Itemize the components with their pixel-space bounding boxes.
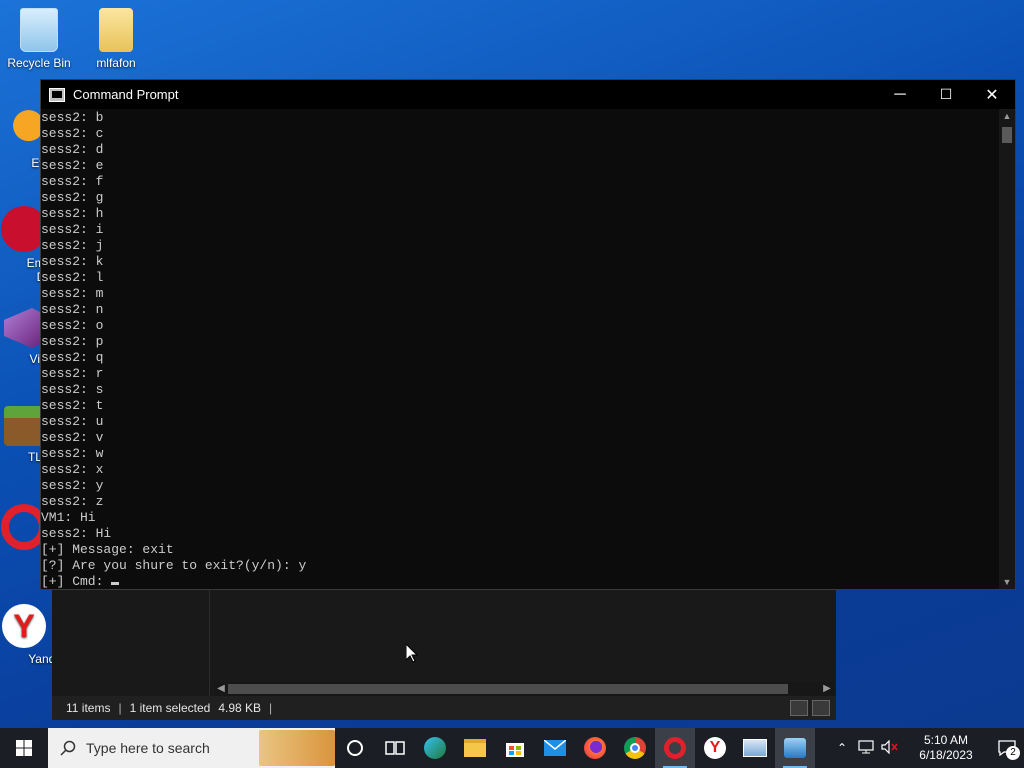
yandex-icon: Y [2,604,46,648]
console-line: sess2: y [41,478,104,493]
console-line: sess2: i [41,222,104,237]
console-line: sess2: p [41,334,104,349]
window-title: Command Prompt [73,87,179,102]
volume-muted-icon[interactable] [878,739,902,757]
control-panel-icon[interactable] [775,728,815,768]
large-icons-view-button[interactable] [812,700,830,716]
opera-icon[interactable] [655,728,695,768]
chrome-icon[interactable] [615,728,655,768]
console-line: sess2: q [41,350,104,365]
desktop-icon-label: mlfafon [96,56,136,70]
console-line: sess2: t [41,398,104,413]
system-tray: ⌃ 5:10 AM 6/18/2023 2 [830,728,1024,768]
text-cursor [111,582,120,585]
console-line: sess2: r [41,366,104,381]
console-line: [?] Are you shure to exit?(y/n): y [41,558,307,573]
show-hidden-icons-chevron-up-icon[interactable]: ⌃ [830,741,854,755]
desktop-icon-mlfafon[interactable]: mlfafon [78,8,154,70]
console-line: sess2: e [41,158,104,173]
console-line: sess2: k [41,254,104,269]
console-line: sess2: h [41,206,104,221]
console-line: sess2: z [41,494,104,509]
scrollbar-thumb[interactable] [228,684,788,694]
command-prompt-window[interactable]: Command Prompt ─ ☐ ✕ sess2: b sess2: c ses… [40,79,1016,590]
firefox-icon[interactable] [575,728,615,768]
scrollbar-thumb[interactable] [1002,127,1012,143]
scroll-right-icon[interactable]: ▶ [820,682,834,696]
tlauncher-icon [4,406,44,446]
console-line: sess2: j [41,238,104,253]
status-bar: 11 items | 1 item selected 4.98 KB | [52,696,836,720]
notification-badge: 2 [1006,746,1020,760]
action-center-button[interactable]: 2 [990,728,1024,768]
item-count: 11 items [66,701,111,715]
vertical-scrollbar[interactable]: ▲ ▼ [999,109,1015,589]
console-line: sess2: d [41,142,104,157]
close-button[interactable]: ✕ [969,80,1015,109]
selection-size: 4.98 KB [218,701,262,715]
folder-icon [99,8,133,52]
desktop-icon-recycle-bin[interactable]: Recycle Bin [1,8,77,70]
edge-icon[interactable] [415,728,455,768]
console-line: sess2: l [41,270,104,285]
console-line: sess2: w [41,446,104,461]
console-line: sess2: x [41,462,104,477]
horizontal-scrollbar[interactable]: ◀ ▶ [214,682,834,696]
console-line: sess2: f [41,174,104,189]
taskbar-search-box[interactable]: Type here to search [48,728,335,768]
clock-date: 6/18/2023 [919,748,973,762]
mail-icon[interactable] [535,728,575,768]
search-placeholder: Type here to search [86,740,210,756]
console-line: sess2: b [41,110,104,125]
console-line: sess2: m [41,286,104,301]
taskbar: Type here to search Y ⌃ 5:10 AM 6/18/202… [0,728,1024,768]
network-icon[interactable] [854,739,878,757]
cortana-icon[interactable] [335,728,375,768]
selection-status: 1 item selected [129,701,211,715]
title-bar[interactable]: Command Prompt ─ ☐ ✕ [41,80,1015,109]
console-line: sess2: o [41,318,104,333]
desktop-icon-label: Recycle Bin [7,56,71,70]
store-icon[interactable] [495,728,535,768]
details-view-button[interactable] [790,700,808,716]
minimize-button[interactable]: ─ [877,80,923,109]
search-icon [60,740,76,756]
network-app-icon[interactable] [735,728,775,768]
windows-logo-icon [16,740,32,756]
console-line: sess2: s [41,382,104,397]
console-line: VM1: Hi [41,510,96,525]
file-explorer-window[interactable]: ◀ ▶ 11 items | 1 item selected 4.98 KB | [52,590,836,720]
scroll-left-icon[interactable]: ◀ [214,682,228,696]
yandex-icon[interactable]: Y [695,728,735,768]
console-line: sess2: v [41,430,104,445]
cmd-app-icon [49,87,65,102]
file-explorer-icon[interactable] [455,728,495,768]
start-button[interactable] [0,728,48,768]
status-separator: | [118,701,122,715]
console-line: sess2: c [41,126,104,141]
task-view-icon[interactable] [375,728,415,768]
console-line: sess2: n [41,302,104,317]
recycle-bin-icon [20,8,58,52]
console-line: [+] Message: exit [41,542,174,557]
status-separator: | [269,701,273,715]
search-highlight-image[interactable] [259,730,335,766]
scroll-up-icon[interactable]: ▲ [999,109,1015,123]
console-line: sess2: Hi [41,526,112,541]
console-prompt: [+] Cmd: [41,574,112,589]
clock[interactable]: 5:10 AM 6/18/2023 [908,733,984,763]
scroll-down-icon[interactable]: ▼ [999,575,1015,589]
clock-time: 5:10 AM [923,733,969,747]
visual-studio-icon [4,308,44,348]
console-output[interactable]: sess2: b sess2: c sess2: d sess2: e sess2: f… [41,109,1001,589]
navigation-pane[interactable] [52,590,210,696]
maximize-button[interactable]: ☐ [923,80,969,109]
console-prompt-line[interactable]: [+] Cmd: [41,574,1001,589]
console-line: sess2: g [41,190,104,205]
console-line: sess2: u [41,414,104,429]
